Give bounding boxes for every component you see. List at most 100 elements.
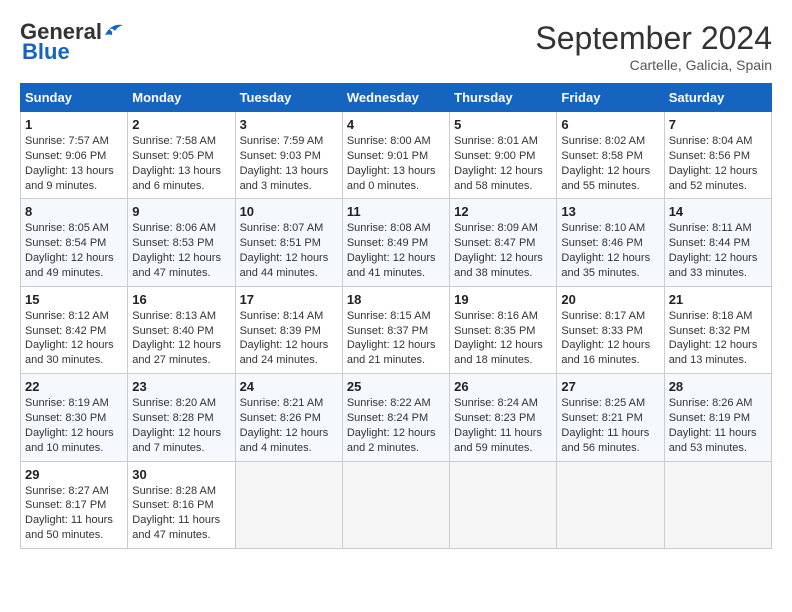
day-info: Sunrise: 8:13 AMSunset: 8:40 PMDaylight:… (132, 309, 230, 368)
col-saturday: Saturday (664, 84, 771, 112)
logo-blue-text: Blue (22, 40, 70, 64)
page-container: General Blue September 2024 Cartelle, Ga… (20, 20, 772, 549)
day-info: Sunrise: 8:09 AMSunset: 8:47 PMDaylight:… (454, 221, 552, 280)
calendar-cell (342, 461, 449, 548)
calendar-row-4: 29 Sunrise: 8:27 AMSunset: 8:17 PMDayligh… (21, 461, 772, 548)
day-info: Sunrise: 8:25 AMSunset: 8:21 PMDaylight:… (561, 396, 659, 455)
day-number: 16 (132, 292, 230, 307)
day-info: Sunrise: 8:12 AMSunset: 8:42 PMDaylight:… (25, 309, 123, 368)
calendar-cell: 11 Sunrise: 8:08 AMSunset: 8:49 PMDayligh… (342, 199, 449, 286)
day-info: Sunrise: 8:08 AMSunset: 8:49 PMDaylight:… (347, 221, 445, 280)
day-info: Sunrise: 7:59 AMSunset: 9:03 PMDaylight:… (240, 134, 338, 193)
calendar-cell (450, 461, 557, 548)
day-number: 3 (240, 117, 338, 132)
calendar-cell: 1 Sunrise: 7:57 AMSunset: 9:06 PMDaylight… (21, 112, 128, 199)
day-info: Sunrise: 8:02 AMSunset: 8:58 PMDaylight:… (561, 134, 659, 193)
calendar-cell: 25 Sunrise: 8:22 AMSunset: 8:24 PMDayligh… (342, 374, 449, 461)
calendar-cell: 12 Sunrise: 8:09 AMSunset: 8:47 PMDayligh… (450, 199, 557, 286)
day-info: Sunrise: 8:16 AMSunset: 8:35 PMDaylight:… (454, 309, 552, 368)
col-tuesday: Tuesday (235, 84, 342, 112)
day-number: 14 (669, 204, 767, 219)
day-number: 2 (132, 117, 230, 132)
day-number: 11 (347, 204, 445, 219)
calendar-cell: 28Sunrise: 8:26 AMSunset: 8:19 PMDayligh… (664, 374, 771, 461)
calendar-cell: 27 Sunrise: 8:25 AMSunset: 8:21 PMDayligh… (557, 374, 664, 461)
calendar-cell: 9 Sunrise: 8:06 AMSunset: 8:53 PMDaylight… (128, 199, 235, 286)
day-info: Sunrise: 8:27 AMSunset: 8:17 PMDaylight:… (25, 484, 123, 543)
day-number: 5 (454, 117, 552, 132)
calendar-cell: 19 Sunrise: 8:16 AMSunset: 8:35 PMDayligh… (450, 286, 557, 373)
day-info: Sunrise: 8:15 AMSunset: 8:37 PMDaylight:… (347, 309, 445, 368)
day-number: 21 (669, 292, 767, 307)
day-number: 23 (132, 379, 230, 394)
day-number: 24 (240, 379, 338, 394)
calendar-cell: 21 Sunrise: 8:18 AMSunset: 8:32 PMDayligh… (664, 286, 771, 373)
calendar-header-row: Sunday Monday Tuesday Wednesday Thursday… (21, 84, 772, 112)
day-info: Sunrise: 8:01 AMSunset: 9:00 PMDaylight:… (454, 134, 552, 193)
day-number: 22 (25, 379, 123, 394)
day-info: Sunrise: 8:11 AMSunset: 8:44 PMDaylight:… (669, 221, 767, 280)
calendar-cell: 20 Sunrise: 8:17 AMSunset: 8:33 PMDayligh… (557, 286, 664, 373)
day-number: 8 (25, 204, 123, 219)
calendar-cell: 18Sunrise: 8:15 AMSunset: 8:37 PMDayligh… (342, 286, 449, 373)
calendar-cell: 29 Sunrise: 8:27 AMSunset: 8:17 PMDayligh… (21, 461, 128, 548)
day-info: Sunrise: 8:20 AMSunset: 8:28 PMDaylight:… (132, 396, 230, 455)
col-thursday: Thursday (450, 84, 557, 112)
day-info: Sunrise: 8:26 AMSunset: 8:19 PMDaylight:… (669, 396, 767, 455)
col-sunday: Sunday (21, 84, 128, 112)
calendar-cell: 24Sunrise: 8:21 AMSunset: 8:26 PMDayligh… (235, 374, 342, 461)
day-number: 6 (561, 117, 659, 132)
day-number: 7 (669, 117, 767, 132)
day-info: Sunrise: 8:06 AMSunset: 8:53 PMDaylight:… (132, 221, 230, 280)
col-friday: Friday (557, 84, 664, 112)
calendar-cell: 4Sunrise: 8:00 AMSunset: 9:01 PMDaylight… (342, 112, 449, 199)
day-info: Sunrise: 8:18 AMSunset: 8:32 PMDaylight:… (669, 309, 767, 368)
day-info: Sunrise: 8:17 AMSunset: 8:33 PMDaylight:… (561, 309, 659, 368)
logo-bird-icon (103, 21, 125, 39)
day-number: 13 (561, 204, 659, 219)
calendar-cell: 13 Sunrise: 8:10 AMSunset: 8:46 PMDayligh… (557, 199, 664, 286)
calendar-cell: 14 Sunrise: 8:11 AMSunset: 8:44 PMDayligh… (664, 199, 771, 286)
calendar-cell: 30Sunrise: 8:28 AMSunset: 8:16 PMDayligh… (128, 461, 235, 548)
day-info: Sunrise: 8:00 AMSunset: 9:01 PMDaylight:… (347, 134, 445, 193)
day-info: Sunrise: 8:22 AMSunset: 8:24 PMDaylight:… (347, 396, 445, 455)
day-info: Sunrise: 8:19 AMSunset: 8:30 PMDaylight:… (25, 396, 123, 455)
day-number: 20 (561, 292, 659, 307)
day-info: Sunrise: 8:10 AMSunset: 8:46 PMDaylight:… (561, 221, 659, 280)
calendar-cell: 26Sunrise: 8:24 AMSunset: 8:23 PMDayligh… (450, 374, 557, 461)
day-number: 12 (454, 204, 552, 219)
calendar-row-1: 8 Sunrise: 8:05 AMSunset: 8:54 PMDaylight… (21, 199, 772, 286)
calendar-cell: 23 Sunrise: 8:20 AMSunset: 8:28 PMDayligh… (128, 374, 235, 461)
calendar-cell: 3 Sunrise: 7:59 AMSunset: 9:03 PMDaylight… (235, 112, 342, 199)
calendar-cell: 10Sunrise: 8:07 AMSunset: 8:51 PMDayligh… (235, 199, 342, 286)
calendar-cell: 15 Sunrise: 8:12 AMSunset: 8:42 PMDayligh… (21, 286, 128, 373)
day-number: 9 (132, 204, 230, 219)
location: Cartelle, Galicia, Spain (535, 57, 772, 73)
day-number: 25 (347, 379, 445, 394)
calendar-cell: 8 Sunrise: 8:05 AMSunset: 8:54 PMDaylight… (21, 199, 128, 286)
day-info: Sunrise: 8:24 AMSunset: 8:23 PMDaylight:… (454, 396, 552, 455)
calendar-cell (557, 461, 664, 548)
calendar-row-0: 1 Sunrise: 7:57 AMSunset: 9:06 PMDaylight… (21, 112, 772, 199)
col-wednesday: Wednesday (342, 84, 449, 112)
logo: General Blue (20, 20, 125, 64)
day-number: 27 (561, 379, 659, 394)
calendar-cell (664, 461, 771, 548)
day-number: 17 (240, 292, 338, 307)
calendar-row-3: 22 Sunrise: 8:19 AMSunset: 8:30 PMDayligh… (21, 374, 772, 461)
day-info: Sunrise: 7:57 AMSunset: 9:06 PMDaylight:… (25, 134, 123, 193)
calendar-cell: 5 Sunrise: 8:01 AMSunset: 9:00 PMDaylight… (450, 112, 557, 199)
calendar-cell: 2 Sunrise: 7:58 AMSunset: 9:05 PMDaylight… (128, 112, 235, 199)
day-info: Sunrise: 7:58 AMSunset: 9:05 PMDaylight:… (132, 134, 230, 193)
day-info: Sunrise: 8:05 AMSunset: 8:54 PMDaylight:… (25, 221, 123, 280)
calendar-cell (235, 461, 342, 548)
day-number: 1 (25, 117, 123, 132)
day-number: 30 (132, 467, 230, 482)
header: General Blue September 2024 Cartelle, Ga… (20, 20, 772, 73)
day-number: 29 (25, 467, 123, 482)
col-monday: Monday (128, 84, 235, 112)
calendar-cell: 22 Sunrise: 8:19 AMSunset: 8:30 PMDayligh… (21, 374, 128, 461)
day-number: 15 (25, 292, 123, 307)
day-info: Sunrise: 8:07 AMSunset: 8:51 PMDaylight:… (240, 221, 338, 280)
day-number: 19 (454, 292, 552, 307)
